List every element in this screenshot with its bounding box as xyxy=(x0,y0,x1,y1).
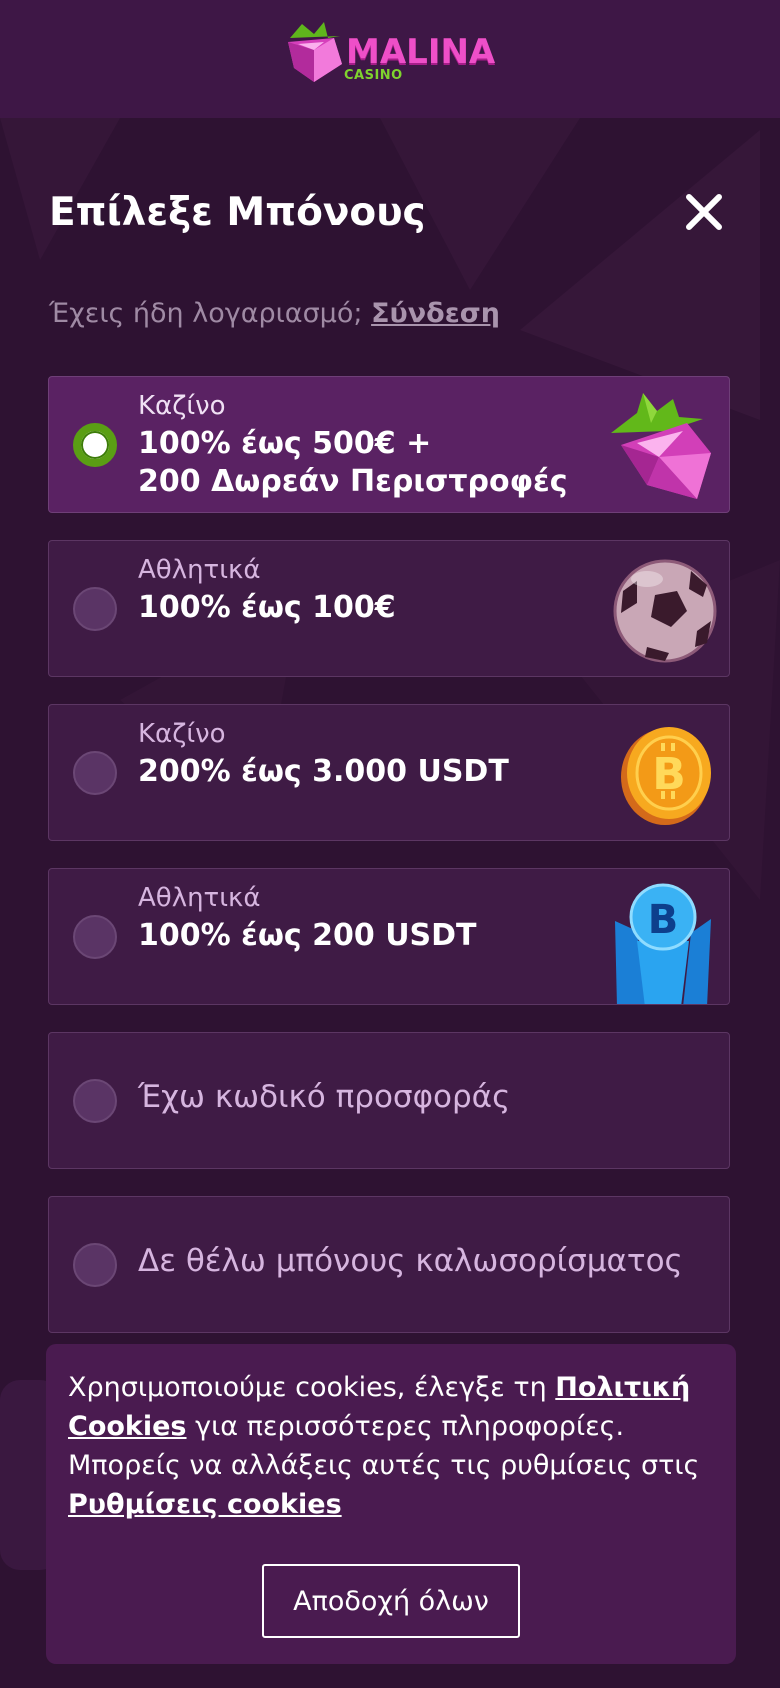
bitcoin-crystal-icon: B xyxy=(615,883,711,1004)
bonus-offer: 100% έως 200 USDT xyxy=(138,918,477,953)
login-prompt-text: Έχεις ήδη λογαριασμό; xyxy=(49,298,363,329)
logo-gem-icon xyxy=(288,22,342,82)
soccer-ball-icon xyxy=(613,559,717,663)
close-icon xyxy=(686,194,722,230)
close-button[interactable] xyxy=(684,192,724,232)
login-link[interactable]: Σύνδεση xyxy=(371,298,500,329)
brand-logo[interactable]: MALINA CASINO xyxy=(284,20,498,90)
modal-title: Επίλεξε Μπόνους xyxy=(49,190,426,235)
bonus-option-casino-usdt[interactable]: Καζίνο 200% έως 3.000 USDT B xyxy=(48,704,730,841)
svg-text:B: B xyxy=(652,749,686,800)
bonus-category: Καζίνο xyxy=(138,719,226,749)
no-bonus-label: Δε θέλω μπόνους καλωσορίσματος xyxy=(138,1243,683,1279)
cookie-settings-link[interactable]: Ρυθμίσεις cookies xyxy=(68,1489,342,1520)
login-prompt: Έχεις ήδη λογαριασμό; Σύνδεση xyxy=(49,298,500,329)
top-bar: MALINA CASINO xyxy=(0,0,780,118)
radio-button[interactable] xyxy=(73,915,117,959)
radio-button-selected[interactable] xyxy=(73,423,117,467)
cookie-text-part1: Χρησιμοποιούμε cookies, έλεγξε τη xyxy=(68,1372,556,1403)
brand-name: MALINA xyxy=(346,32,496,72)
promo-code-label: Έχω κωδικό προσφοράς xyxy=(138,1079,511,1115)
bonus-option-sports-usdt[interactable]: Αθλητικά 100% έως 200 USDT B xyxy=(48,868,730,1005)
svg-text:B: B xyxy=(648,897,679,943)
bonus-offer-line2: 200 Δωρεάν Περιστροφές xyxy=(138,464,568,499)
bitcoin-coin-icon: B xyxy=(621,727,711,825)
bonus-category: Αθλητικά xyxy=(138,883,261,913)
radio-button[interactable] xyxy=(73,1243,117,1287)
radio-button[interactable] xyxy=(73,1079,117,1123)
bonus-option-sports-100[interactable]: Αθλητικά 100% έως 100€ xyxy=(48,540,730,677)
raspberry-gem-icon xyxy=(611,393,711,499)
promo-code-option[interactable]: Έχω κωδικό προσφοράς xyxy=(48,1032,730,1169)
bonus-option-casino-500[interactable]: Καζίνο 100% έως 500€ + 200 Δωρεάν Περιστ… xyxy=(48,376,730,513)
bonus-offer: 100% έως 100€ xyxy=(138,590,396,625)
radio-button[interactable] xyxy=(73,587,117,631)
bonus-category: Αθλητικά xyxy=(138,555,261,585)
bonus-offer: 200% έως 3.000 USDT xyxy=(138,754,509,789)
no-bonus-option[interactable]: Δε θέλω μπόνους καλωσορίσματος xyxy=(48,1196,730,1333)
bonus-category: Καζίνο xyxy=(138,391,226,421)
cookie-banner: Χρησιμοποιούμε cookies, έλεγξε τη Πολιτι… xyxy=(46,1344,736,1664)
radio-button[interactable] xyxy=(73,751,117,795)
cookie-text: Χρησιμοποιούμε cookies, έλεγξε τη Πολιτι… xyxy=(68,1368,718,1524)
bonus-offer-line1: 100% έως 500€ + xyxy=(138,426,432,461)
brand-subtitle: CASINO xyxy=(344,68,403,83)
accept-all-button[interactable]: Αποδοχή όλων xyxy=(262,1564,520,1638)
